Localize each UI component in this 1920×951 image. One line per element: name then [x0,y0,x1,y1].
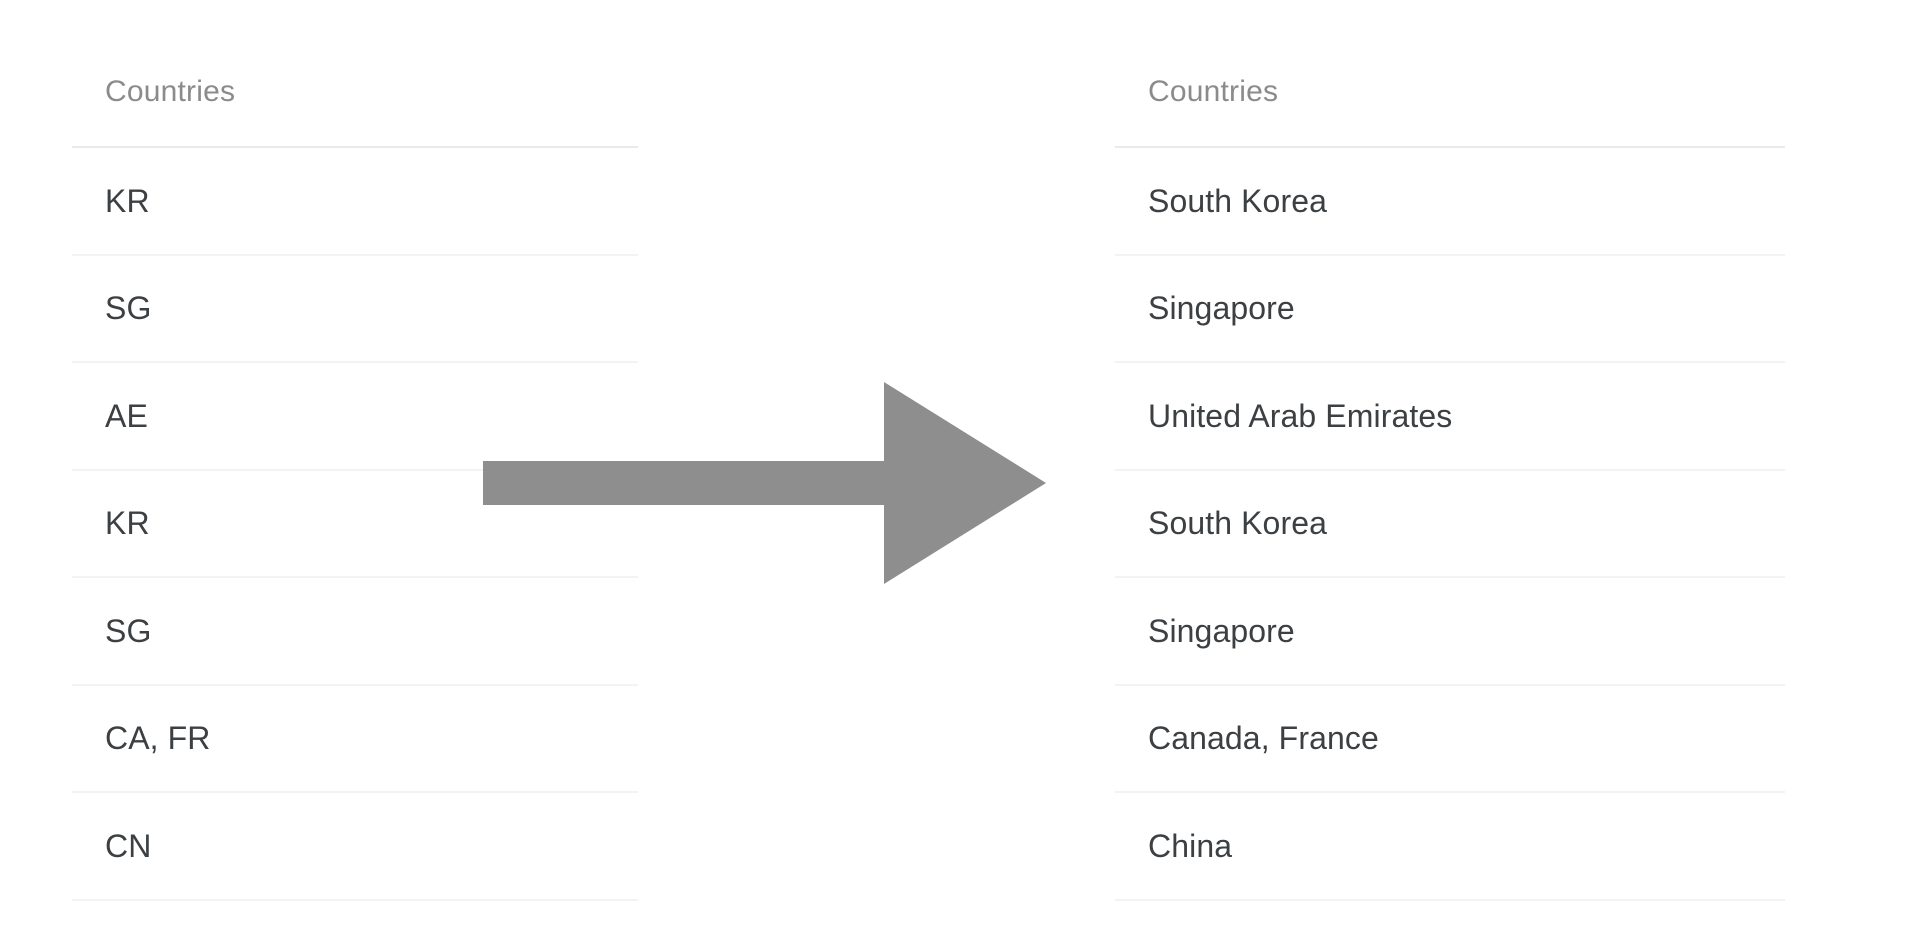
source-column-header-label: Countries [105,75,236,108]
source-cell-value: CA, FR [105,720,211,757]
result-column-header: Countries [1115,0,1785,148]
result-cell-value: Singapore [1148,290,1295,327]
table-row: South Korea [1115,148,1785,256]
source-column-header: Countries [72,0,638,148]
table-row: South Korea [1115,471,1785,578]
source-cell-value: AE [105,397,148,434]
table-row: Canada, France [1115,686,1785,793]
result-countries-table: Countries South Korea Singapore United A… [1115,0,1785,901]
table-row: SG [72,578,638,686]
source-countries-table: Countries KR SG AE KR SG CA, FR CN [72,0,638,901]
result-cell-value: Canada, France [1148,720,1379,757]
table-row: CN [72,793,638,901]
table-row: United Arab Emirates [1115,363,1785,471]
result-cell-value: South Korea [1148,182,1328,219]
result-column-header-label: Countries [1148,75,1279,108]
result-cell-value: United Arab Emirates [1148,397,1453,434]
source-cell-value: KR [105,182,150,219]
table-row: China [1115,793,1785,901]
source-cell-value: KR [105,505,150,542]
source-cell-value: CN [105,827,152,864]
table-row: Singapore [1115,578,1785,686]
result-cell-value: Singapore [1148,612,1295,649]
source-cell-value: SG [105,290,152,327]
result-cell-value: South Korea [1148,505,1328,542]
result-cell-value: China [1148,827,1233,864]
table-row: KR [72,471,638,578]
table-row: SG [72,256,638,363]
table-row: CA, FR [72,686,638,793]
source-cell-value: SG [105,612,152,649]
table-row: Singapore [1115,256,1785,363]
transformation-diagram: Countries KR SG AE KR SG CA, FR CN Count… [0,0,1920,951]
table-row: AE [72,363,638,471]
table-row: KR [72,148,638,256]
